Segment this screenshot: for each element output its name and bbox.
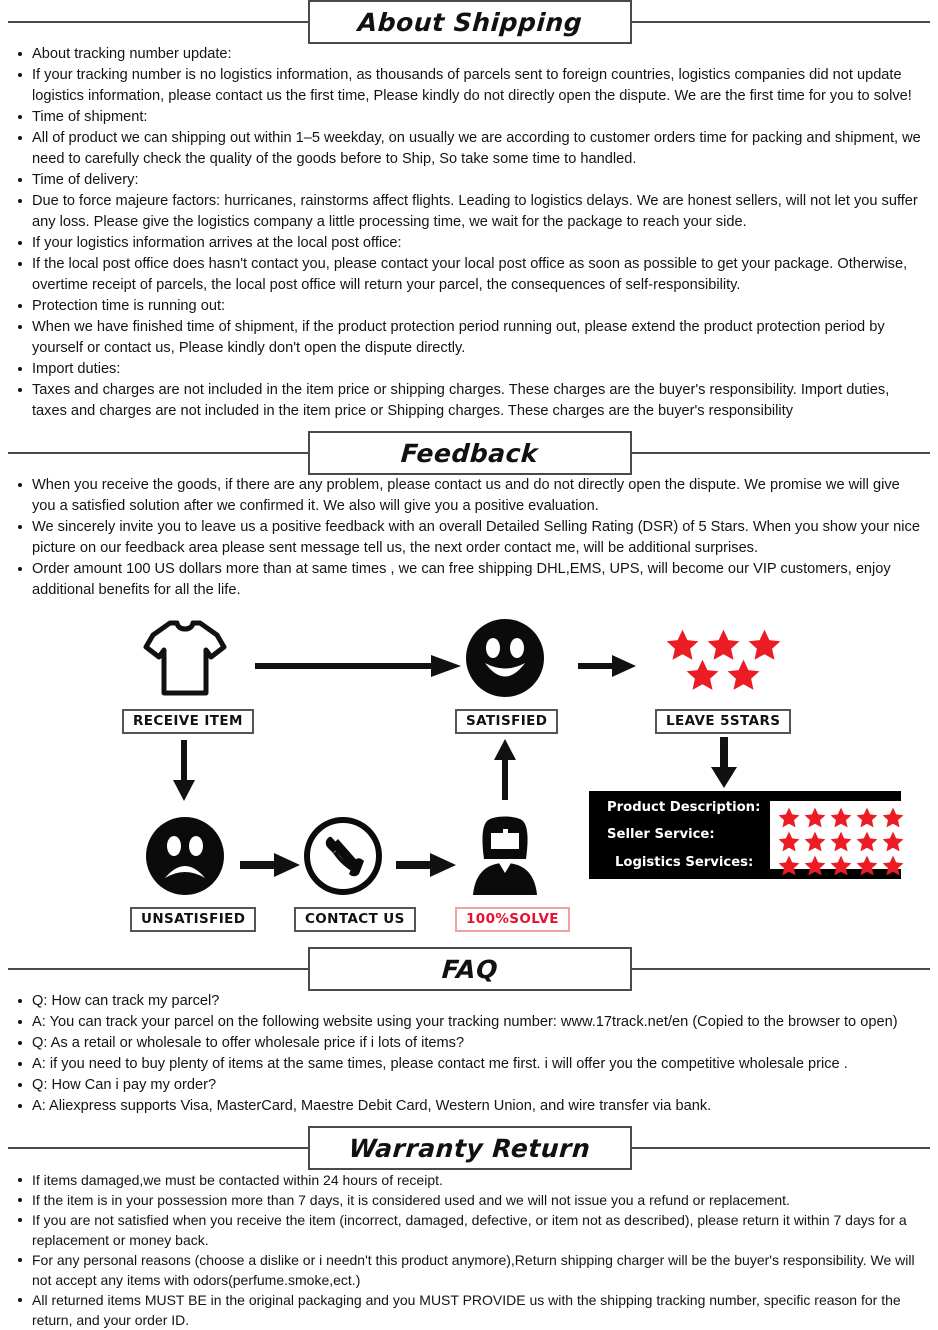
service-flow-diagram: RECEIVE ITEM SATISFIED LEAVE 5STARS UNSA… [0, 615, 938, 955]
section-header-warranty: Warranty Return [0, 1126, 938, 1170]
node-satisfied: SATISFIED [455, 615, 559, 734]
list-item: A: You can track your parcel on the foll… [0, 1012, 926, 1033]
arrow-satisfied-to-stars [578, 653, 638, 684]
list-item: Q: As a retail or wholesale to offer who… [0, 1033, 926, 1054]
list-item: We sincerely invite you to leave us a po… [0, 517, 926, 559]
five-stars-icon [655, 615, 791, 705]
node-unsatisfied: UNSATISFIED [130, 813, 257, 932]
node-label: RECEIVE ITEM [122, 709, 254, 734]
arrow-stars-to-rating-panel [710, 737, 738, 794]
rating-row-label: Logistics Services: [615, 854, 754, 870]
list-item: All of product we can shipping out withi… [0, 128, 926, 170]
list-item: A: Aliexpress supports Visa, MasterCard,… [0, 1096, 926, 1117]
node-receive-item: RECEIVE ITEM [122, 615, 254, 734]
list-item: All returned items MUST BE in the origin… [0, 1290, 926, 1330]
rating-stars-row [776, 830, 906, 854]
list-item: If your logistics information arrives at… [0, 233, 926, 254]
smiley-face-icon [455, 615, 555, 701]
rating-stars-row [776, 854, 906, 878]
list-item: For any personal reasons (choose a disli… [0, 1250, 926, 1290]
section-header-faq: FAQ [0, 947, 938, 991]
list-item: If the local post office does hasn't con… [0, 254, 926, 296]
list-item: Q: How can track my parcel? [0, 991, 926, 1012]
list-item: If you are not satisfied when you receiv… [0, 1210, 926, 1250]
node-contact-us: CONTACT US [294, 813, 416, 932]
list-item: A: if you need to buy plenty of items at… [0, 1054, 926, 1075]
faq-list: Q: How can track my parcel? A: You can t… [0, 991, 938, 1117]
warranty-list: If items damaged,we must be contacted wi… [0, 1170, 938, 1330]
tshirt-icon [122, 615, 247, 701]
header-banner: Feedback [308, 431, 632, 475]
shipping-list: About tracking number update: If your tr… [0, 44, 938, 422]
page-title-shipping: About Shipping [356, 7, 584, 37]
arrow-unsatisfied-to-contact [240, 852, 302, 883]
rating-row-label: Product Description: [607, 800, 761, 815]
page-title-faq: FAQ [441, 954, 499, 984]
list-item: Import duties: [0, 359, 926, 380]
section-header-shipping: About Shipping [0, 0, 938, 44]
phone-icon [294, 813, 392, 899]
list-item: Due to force majeure factors: hurricanes… [0, 191, 926, 233]
arrow-contact-to-solve [396, 852, 458, 883]
dsr-rating-panel: Product Description: Seller Service: Log… [589, 791, 913, 879]
page-title-feedback: Feedback [400, 438, 540, 468]
node-label: CONTACT US [294, 907, 416, 932]
arrow-solve-to-satisfied [493, 739, 519, 806]
list-item: About tracking number update: [0, 44, 926, 65]
header-banner: Warranty Return [308, 1126, 632, 1170]
list-item: When we have finished time of shipment, … [0, 317, 926, 359]
list-item: When you receive the goods, if there are… [0, 475, 926, 517]
feedback-list: When you receive the goods, if there are… [0, 475, 938, 601]
node-label: SATISFIED [455, 709, 559, 734]
arrow-receive-to-satisfied [255, 653, 463, 684]
list-item: Q: How Can i pay my order? [0, 1075, 926, 1096]
section-header-feedback: Feedback [0, 431, 938, 475]
support-agent-icon [455, 813, 555, 899]
node-leave-5stars: LEAVE 5STARS [655, 615, 792, 734]
list-item: Protection time is running out: [0, 296, 926, 317]
list-item: Order amount 100 US dollars more than at… [0, 559, 926, 601]
header-banner: FAQ [308, 947, 632, 991]
header-banner: About Shipping [308, 0, 632, 44]
rating-stars-grid [770, 801, 913, 876]
node-label: 100%SOLVE [455, 907, 570, 932]
node-label: UNSATISFIED [130, 907, 257, 932]
rating-stars-row [776, 806, 906, 830]
list-item: If your tracking number is no logistics … [0, 65, 926, 107]
sad-face-icon [130, 813, 240, 899]
list-item: Time of delivery: [0, 170, 926, 191]
node-label: LEAVE 5STARS [655, 709, 792, 734]
list-item: Taxes and charges are not included in th… [0, 380, 926, 422]
arrow-receive-to-unsatisfied [172, 740, 198, 807]
list-item: Time of shipment: [0, 107, 926, 128]
list-item: If items damaged,we must be contacted wi… [0, 1170, 926, 1190]
list-item: If the item is in your possession more t… [0, 1190, 926, 1210]
page-title-warranty: Warranty Return [348, 1133, 592, 1163]
node-solve: 100%SOLVE [455, 813, 570, 932]
rating-label-column: Product Description: Seller Service: Log… [601, 797, 770, 873]
rating-row-label: Seller Service: [607, 827, 715, 843]
